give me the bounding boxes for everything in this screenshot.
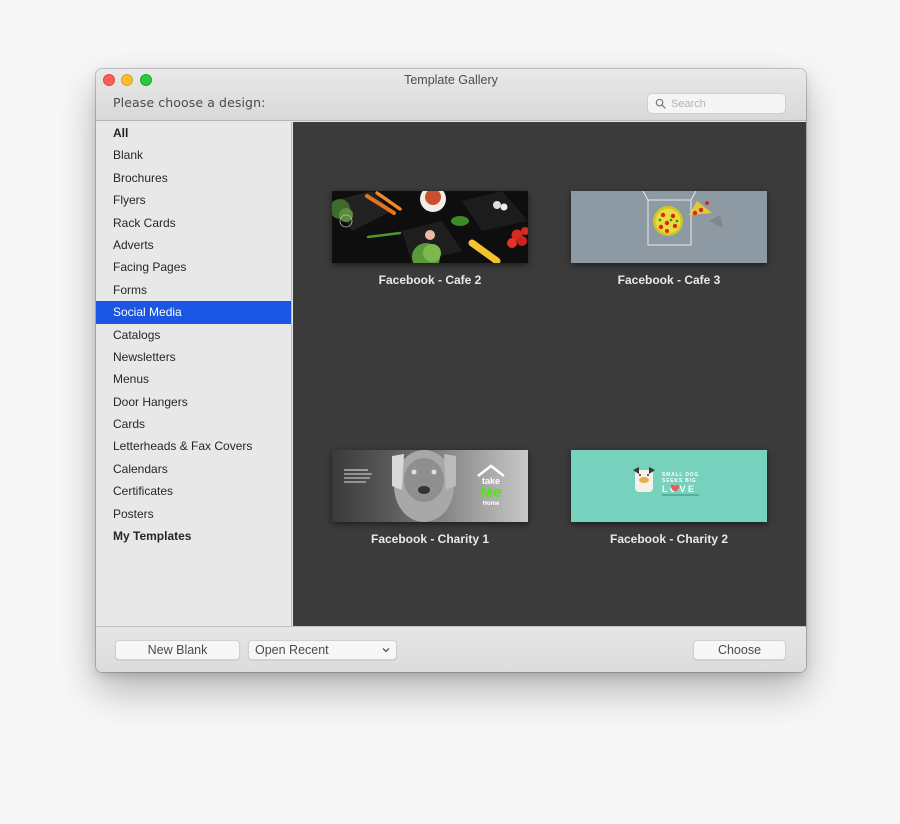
sidebar-item-facing-pages[interactable]: Facing Pages	[96, 256, 291, 278]
template-label: Facebook - Cafe 2	[378, 273, 482, 287]
choose-design-prompt: Please choose a design:	[113, 95, 266, 110]
food-collage-image	[332, 191, 528, 263]
sidebar-item-door-hangers[interactable]: Door Hangers	[96, 391, 291, 413]
sidebar-item-rack-cards[interactable]: Rack Cards	[96, 212, 291, 234]
sidebar-item-my-templates[interactable]: My Templates	[96, 525, 291, 547]
template-label: Facebook - Charity 2	[609, 532, 729, 546]
category-sidebar: All Blank Brochures Flyers Rack Cards Adverts…	[96, 122, 292, 626]
small-dog-image: SMALL DOG SEEKS BIG LOVE	[571, 450, 767, 522]
sidebar-item-flyers[interactable]: Flyers	[96, 189, 291, 211]
sidebar-item-blank[interactable]: Blank	[96, 144, 291, 166]
pizza-box-image	[571, 191, 767, 263]
footer-bar: New Blank Open Recent Choose	[96, 626, 806, 672]
template-gallery: Facebook - Cafe 2 Facebook - Cafe 3 take…	[293, 122, 806, 626]
search-input[interactable]	[671, 97, 781, 110]
template-thumbnail[interactable]: SMALL DOG SEEKS BIG LOVE	[571, 450, 767, 522]
sidebar-item-calendars[interactable]: Calendars	[96, 458, 291, 480]
sidebar-item-certificates[interactable]: Certificates	[96, 480, 291, 502]
me-text: Me	[481, 484, 502, 501]
choose-button[interactable]: Choose	[693, 640, 786, 660]
template-label: Facebook - Cafe 3	[617, 273, 721, 287]
sidebar-item-catalogs[interactable]: Catalogs	[96, 324, 291, 346]
sidebar-item-all[interactable]: All	[96, 122, 291, 144]
open-recent-label: Open Recent	[255, 643, 329, 657]
search-icon	[655, 98, 666, 109]
love-text: LOVE	[662, 484, 697, 494]
sidebar-item-cards[interactable]: Cards	[96, 413, 291, 435]
sidebar-item-posters[interactable]: Posters	[96, 503, 291, 525]
template-card-facebook-cafe-3[interactable]: Facebook - Cafe 3	[571, 191, 767, 287]
dog-photo-image: take Me Home	[332, 450, 528, 522]
sidebar-item-brochures[interactable]: Brochures	[96, 167, 291, 189]
window-title: Template Gallery	[404, 73, 498, 87]
template-thumbnail[interactable]: take Me Home	[332, 450, 528, 522]
template-thumbnail[interactable]	[332, 191, 528, 263]
sidebar-item-social-media[interactable]: Social Media	[96, 301, 291, 324]
template-label: Facebook - Charity 1	[370, 532, 490, 546]
home-text: Home	[483, 501, 500, 507]
template-card-facebook-cafe-2[interactable]: Facebook - Cafe 2	[332, 191, 528, 287]
open-recent-dropdown[interactable]: Open Recent	[248, 640, 397, 660]
template-thumbnail[interactable]	[571, 191, 767, 263]
new-blank-button[interactable]: New Blank	[115, 640, 240, 660]
template-gallery-window: Template Gallery Please choose a design:…	[96, 69, 806, 672]
search-field[interactable]	[647, 93, 786, 114]
sidebar-item-adverts[interactable]: Adverts	[96, 234, 291, 256]
template-card-facebook-charity-2[interactable]: SMALL DOG SEEKS BIG LOVE Facebook - Char…	[571, 450, 767, 546]
sidebar-item-menus[interactable]: Menus	[96, 368, 291, 390]
chevron-down-icon	[382, 648, 390, 653]
template-card-facebook-charity-1[interactable]: take Me Home Facebook - Charity 1	[332, 450, 528, 546]
title-bar[interactable]: Template Gallery Please choose a design:	[96, 69, 806, 121]
sidebar-item-newsletters[interactable]: Newsletters	[96, 346, 291, 368]
sidebar-item-letterheads-and-fax-covers[interactable]: Letterheads & Fax Covers	[96, 435, 291, 457]
sidebar-item-forms[interactable]: Forms	[96, 279, 291, 301]
